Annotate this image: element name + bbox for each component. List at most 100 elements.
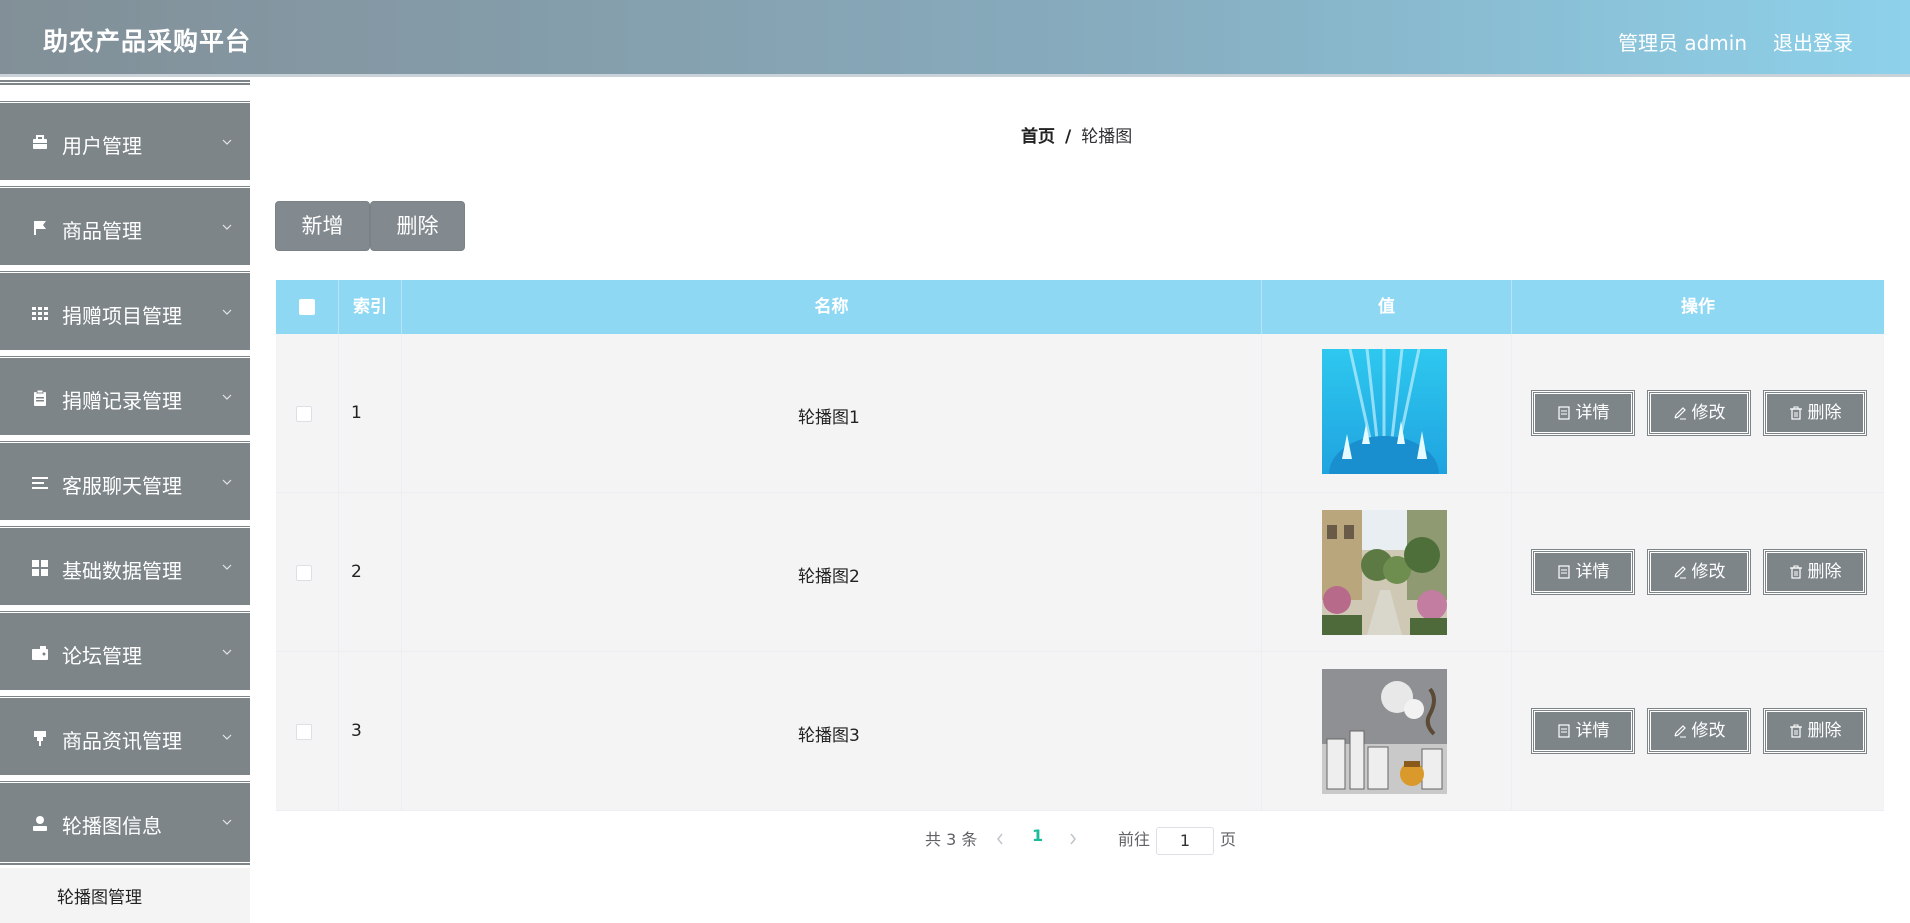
edit-icon — [1673, 725, 1686, 738]
row-name: 轮播图1 — [798, 408, 860, 428]
chevron-down-icon — [222, 394, 232, 400]
edit-label: 修改 — [1691, 403, 1726, 423]
submenu-item-carousel-manage[interactable]: 轮播图管理 — [0, 868, 250, 923]
chevron-left-icon[interactable] — [995, 832, 1005, 846]
sidebar-item-donation-projects[interactable]: 捐赠项目管理 — [0, 270, 250, 350]
logout-button[interactable]: 退出登录 — [1773, 27, 1853, 56]
sidebar-item-label: 用户管理 — [62, 134, 142, 158]
detail-label: 详情 — [1575, 562, 1610, 582]
menu-divider — [0, 860, 250, 865]
carousel-image-thumbnail — [1322, 349, 1447, 474]
wallet-icon — [32, 646, 48, 660]
value-cell — [1262, 652, 1512, 810]
detail-label: 详情 — [1575, 721, 1610, 741]
delete-label: 删除 — [1807, 562, 1842, 582]
pagination-page-suffix: 页 — [1220, 830, 1237, 849]
name-cell: 轮播图1 — [402, 334, 1262, 492]
row-index: 1 — [351, 403, 362, 423]
breadcrumb-home[interactable]: 首页 — [1021, 127, 1055, 147]
sidebar-item-donation-records[interactable]: 捐赠记录管理 — [0, 355, 250, 435]
chevron-down-icon — [222, 479, 232, 485]
trash-icon — [1789, 724, 1802, 738]
sidebar-item-label: 商品管理 — [62, 219, 142, 243]
pagination-current-page[interactable]: 1 — [1032, 826, 1043, 845]
add-button[interactable]: 新增 — [275, 201, 370, 251]
carousel-image-thumbnail — [1322, 669, 1447, 794]
chevron-down-icon — [222, 649, 232, 655]
sidebar-item-products[interactable]: 商品管理 — [0, 185, 250, 265]
sidebar-item-carousel[interactable]: 轮播图信息 — [0, 780, 250, 860]
value-cell — [1262, 493, 1512, 651]
current-user: 管理员 admin — [1618, 31, 1748, 55]
clipboard-icon — [34, 389, 46, 406]
delete-label: 删除 — [1807, 403, 1842, 423]
table-header: 索引 名称 值 操作 — [276, 280, 1884, 334]
row-checkbox[interactable] — [296, 565, 312, 581]
edit-button[interactable]: 修改 — [1647, 390, 1751, 436]
detail-button[interactable]: 详情 — [1531, 549, 1635, 595]
chevron-down-icon — [222, 139, 232, 145]
edit-label: 修改 — [1691, 721, 1726, 741]
index-cell: 1 — [339, 334, 402, 492]
pagination-total: 共 3 条 — [925, 830, 978, 849]
index-cell: 3 — [339, 652, 402, 810]
chevron-down-icon — [222, 564, 232, 570]
delete-selected-button[interactable]: 删除 — [370, 201, 465, 251]
header-name: 名称 — [402, 280, 1262, 334]
header-select-cell — [276, 280, 339, 334]
value-cell — [1262, 334, 1512, 492]
document-icon — [1557, 406, 1570, 420]
edit-label: 修改 — [1691, 562, 1726, 582]
name-cell: 轮播图3 — [402, 652, 1262, 810]
edit-icon — [1673, 407, 1686, 420]
table-row: 3 轮播图3 详情 修改 删除 — [276, 652, 1884, 811]
breadcrumb: 首页 / 轮播图 — [1021, 122, 1132, 147]
edit-button[interactable]: 修改 — [1647, 708, 1751, 754]
header-value: 值 — [1262, 280, 1512, 334]
row-checkbox[interactable] — [296, 724, 312, 740]
index-cell: 2 — [339, 493, 402, 651]
sidebar-item-forum[interactable]: 论坛管理 — [0, 610, 250, 690]
pagination-goto-label: 前往 — [1118, 830, 1151, 849]
grid-icon — [32, 307, 48, 320]
row-index: 2 — [351, 562, 362, 582]
briefcase-icon — [33, 135, 47, 149]
sidebar-item-users[interactable]: 用户管理 — [0, 100, 250, 180]
pushpin-icon — [34, 731, 46, 746]
edit-icon — [1673, 566, 1686, 579]
select-all-checkbox[interactable] — [299, 299, 315, 315]
table-row: 1 轮播图1 详情 修改 删除 — [276, 334, 1884, 493]
row-name: 轮播图3 — [798, 726, 860, 746]
row-index: 3 — [351, 721, 362, 741]
detail-button[interactable]: 详情 — [1531, 708, 1635, 754]
actions-cell: 详情 修改 删除 — [1512, 652, 1884, 810]
breadcrumb-separator: / — [1065, 127, 1072, 147]
sidebar-item-label: 商品资讯管理 — [62, 729, 182, 753]
delete-button[interactable]: 删除 — [1763, 549, 1867, 595]
document-icon — [1557, 724, 1570, 738]
header-actions: 操作 — [1681, 297, 1715, 317]
sidebar-item-label: 论坛管理 — [62, 644, 142, 668]
chevron-down-icon — [222, 819, 232, 825]
actions-cell: 详情 修改 删除 — [1512, 493, 1884, 651]
chevron-down-icon — [222, 734, 232, 740]
table-row: 2 轮播图2 详情 修改 删除 — [276, 493, 1884, 652]
row-checkbox[interactable] — [296, 406, 312, 422]
trash-icon — [1789, 565, 1802, 579]
sidebar-item-news[interactable]: 商品资讯管理 — [0, 695, 250, 775]
menu-divider — [0, 80, 250, 85]
app-title: 助农产品采购平台 — [43, 27, 252, 56]
delete-button[interactable]: 删除 — [1763, 390, 1867, 436]
edit-button[interactable]: 修改 — [1647, 549, 1751, 595]
delete-button[interactable]: 删除 — [1763, 708, 1867, 754]
pagination-goto-input[interactable]: 1 — [1156, 827, 1214, 855]
user-icon — [33, 816, 47, 831]
carousel-image-thumbnail — [1322, 510, 1447, 635]
chevron-right-icon[interactable] — [1068, 832, 1078, 846]
list-icon — [32, 477, 48, 489]
detail-button[interactable]: 详情 — [1531, 390, 1635, 436]
sidebar-item-basic-data[interactable]: 基础数据管理 — [0, 525, 250, 605]
apps-icon — [32, 560, 48, 576]
sidebar-item-chat[interactable]: 客服聊天管理 — [0, 440, 250, 520]
row-name: 轮播图2 — [798, 567, 860, 587]
